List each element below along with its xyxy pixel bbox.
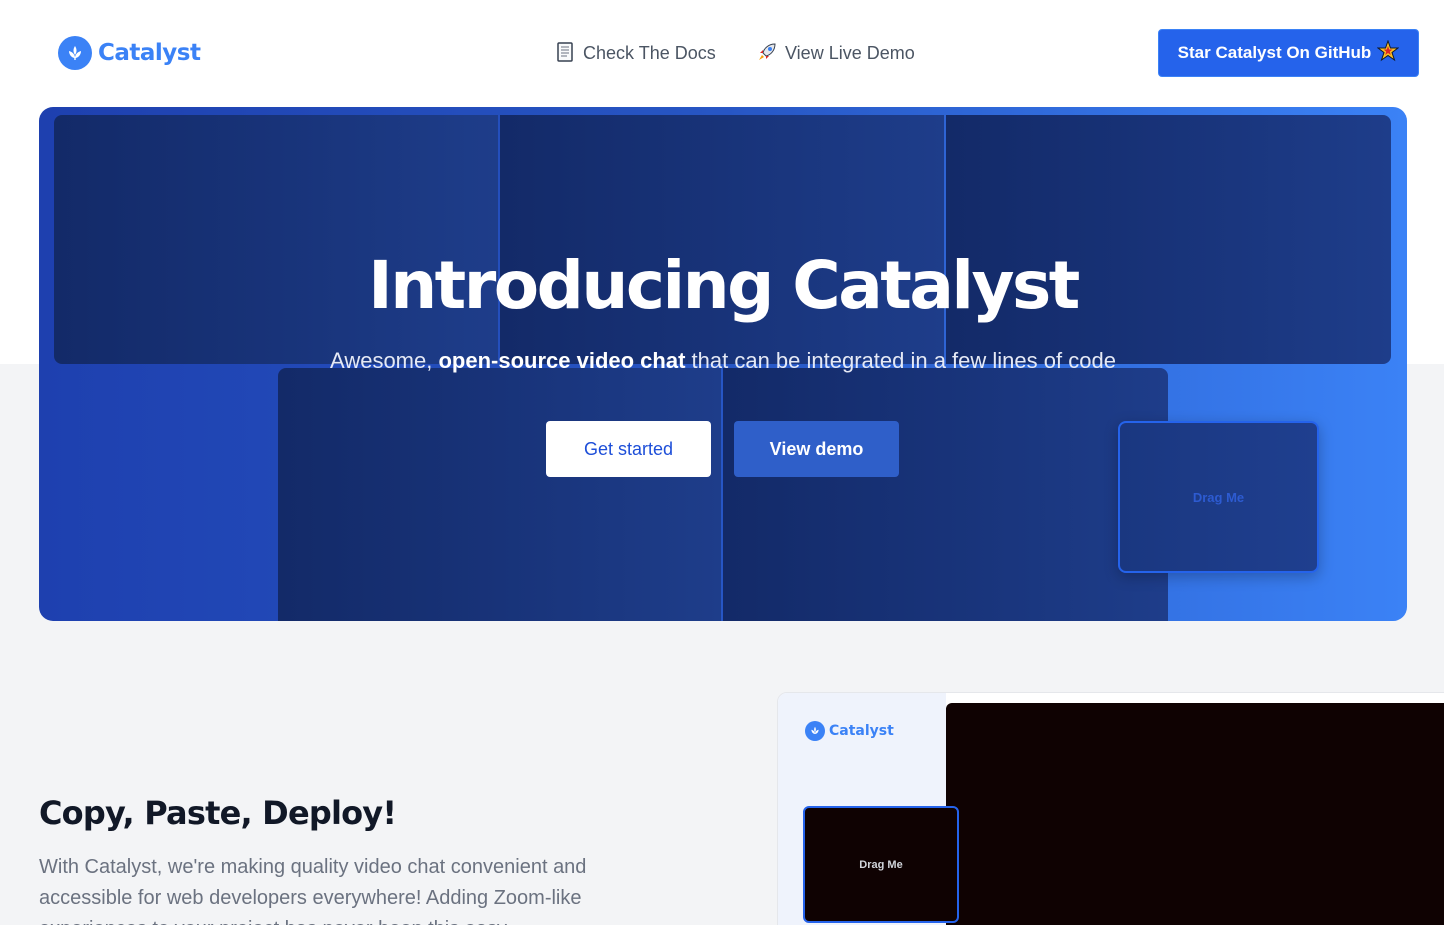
get-started-button[interactable]: Get started — [546, 421, 711, 477]
feature-body: With Catalyst, we're making quality vide… — [39, 856, 587, 925]
brand-name: Catalyst — [98, 40, 201, 66]
nav-link-live-demo-label: View Live Demo — [785, 43, 915, 63]
hero-title: Introducing Catalyst — [368, 247, 1080, 324]
top-nav: Catalyst Check The Docs View Live Demo S… — [0, 0, 1444, 107]
nav-link-docs-label: Check The Docs — [583, 43, 716, 63]
nav-link-live-demo[interactable]: View Live Demo — [757, 42, 915, 65]
draggable-self-view[interactable]: Drag Me — [1118, 421, 1319, 573]
hero-section: Drag Me Introducing Catalyst Awesome, op… — [39, 107, 1407, 621]
view-demo-button[interactable]: View demo — [734, 421, 899, 477]
video-tile — [723, 368, 1168, 621]
video-tile — [500, 115, 944, 364]
leaf-icon — [805, 721, 825, 741]
leaf-icon — [58, 36, 92, 70]
preview-video-area — [946, 703, 1444, 925]
hero-subtitle-bold: open-source video chat — [438, 348, 686, 373]
video-tile — [54, 115, 498, 364]
preview-brand-name: Catalyst — [829, 723, 894, 739]
star-on-github-label: Star Catalyst On GitHub — [1177, 43, 1372, 62]
star-icon — [1376, 39, 1400, 67]
hero-subtitle-pre: Awesome, — [330, 348, 439, 373]
video-tile — [278, 368, 721, 621]
book-icon — [555, 42, 575, 65]
hero-subtitle-post: that can be integrated in a few lines of… — [685, 348, 1116, 373]
preview-drag-me-label: Drag Me — [859, 858, 903, 871]
feature-title: Copy, Paste, Deploy! — [39, 794, 397, 832]
hero-subtitle: Awesome, open-source video chat that can… — [39, 348, 1407, 374]
drag-me-label: Drag Me — [1192, 489, 1245, 505]
video-tile — [946, 115, 1391, 364]
rocket-icon — [757, 42, 777, 65]
nav-link-docs[interactable]: Check The Docs — [555, 42, 716, 65]
app-preview: Catalyst Drag Me — [777, 692, 1444, 925]
preview-draggable-tile[interactable]: Drag Me — [803, 806, 959, 923]
star-on-github-button[interactable]: Star Catalyst On GitHub — [1158, 29, 1419, 77]
preview-brand: Catalyst — [805, 721, 894, 741]
brand-logo-link[interactable]: Catalyst — [58, 36, 201, 70]
